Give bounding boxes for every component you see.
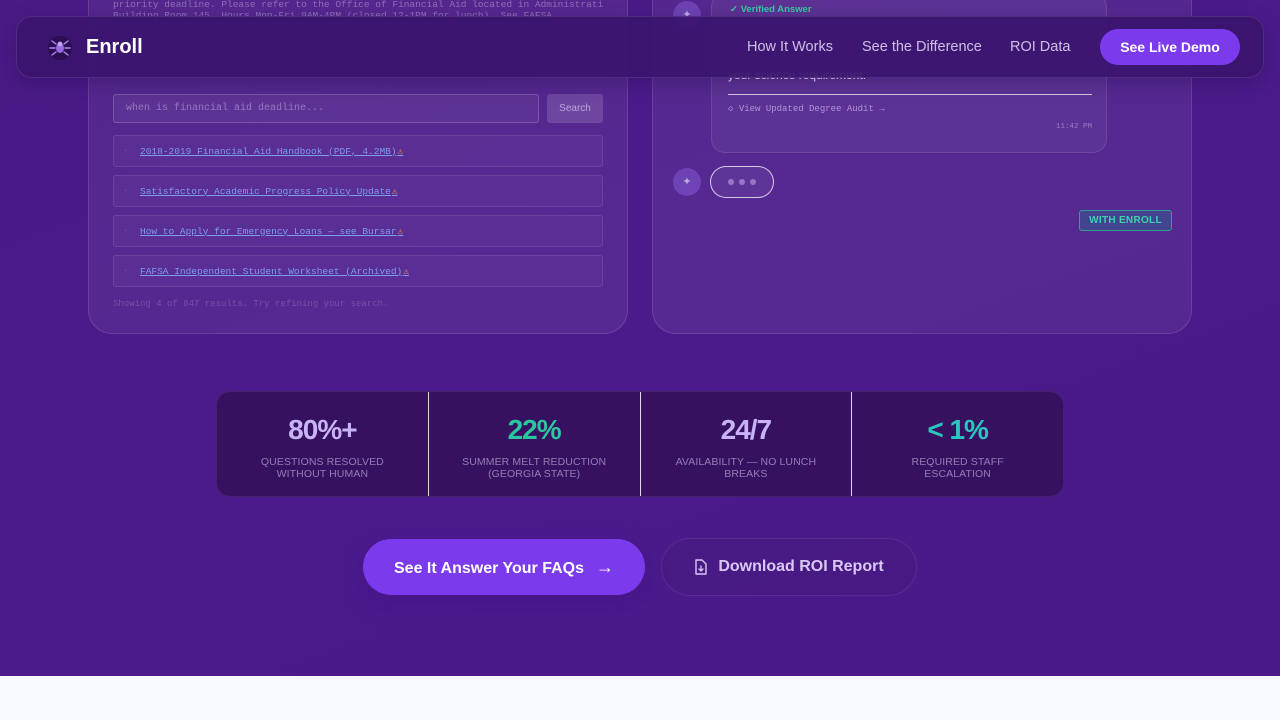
- old-result-link[interactable]: 2018-2019 Financial Aid Handbook (PDF, 4…: [140, 146, 397, 157]
- typing-indicator: [710, 166, 774, 198]
- stat-staff-escalation: < 1% REQUIRED STAFF ESCALATION: [851, 392, 1063, 496]
- old-search-button[interactable]: Search: [547, 94, 603, 123]
- old-result-item[interactable]: · How to Apply for Emergency Loans — see…: [113, 215, 603, 247]
- degree-audit-link[interactable]: ◇ View Updated Degree Audit →: [728, 104, 885, 114]
- old-results-footnote: Showing 4 of 847 results. Try refining y…: [113, 299, 389, 309]
- typing-dot: [750, 179, 756, 185]
- old-result-item[interactable]: · Satisfactory Academic Progress Policy …: [113, 175, 603, 207]
- old-result-item[interactable]: · FAFSA Independent Student Worksheet (A…: [113, 255, 603, 287]
- stat-questions-resolved: 80%+ QUESTIONS RESOLVED WITHOUT HUMAN: [217, 392, 428, 496]
- bullet-icon: ·: [123, 146, 129, 156]
- old-result-link[interactable]: FAFSA Independent Student Worksheet (Arc…: [140, 266, 402, 277]
- brand-name[interactable]: Enroll: [86, 36, 143, 59]
- warning-icon: ⚠: [391, 185, 398, 197]
- warning-icon: ⚠: [397, 225, 404, 237]
- top-nav: Enroll How It Works See the Difference R…: [16, 16, 1264, 78]
- stat-value: < 1%: [927, 414, 989, 445]
- nav-link-roi-data[interactable]: ROI Data: [1010, 39, 1070, 55]
- see-faqs-button[interactable]: See It Answer Your FAQs →: [363, 539, 645, 595]
- stat-value: 24/7: [720, 414, 772, 445]
- stats-bar: 80%+ QUESTIONS RESOLVED WITHOUT HUMAN 22…: [216, 391, 1064, 497]
- typing-dot: [739, 179, 745, 185]
- spider-icon[interactable]: [47, 35, 73, 61]
- bullet-icon: ·: [123, 226, 129, 236]
- hero-section: priority deadline. Please refer to the O…: [0, 0, 1280, 676]
- warning-icon: ⚠: [397, 145, 404, 157]
- nav-link-see-the-difference[interactable]: See the Difference: [862, 39, 982, 55]
- bullet-icon: ·: [123, 266, 129, 276]
- stat-label: SUMMER MELT REDUCTION (GEORGIA STATE): [462, 456, 607, 480]
- with-enroll-badge: WITH ENROLL: [1079, 210, 1172, 231]
- arrow-right-icon: →: [595, 556, 614, 577]
- stat-value: 22%: [507, 414, 562, 445]
- old-result-item[interactable]: · 2018-2019 Financial Aid Handbook (PDF,…: [113, 135, 603, 167]
- warning-icon: ⚠: [403, 265, 409, 277]
- document-download-icon: [695, 559, 708, 575]
- download-roi-label: Download ROI Report: [718, 558, 884, 575]
- chat-timestamp: 11:42 PM: [1055, 123, 1092, 131]
- old-search-input[interactable]: when is financial aid deadline...: [113, 94, 539, 123]
- bullet-icon: ·: [123, 186, 129, 196]
- next-section: [0, 676, 1280, 720]
- old-results-list: · 2018-2019 Financial Aid Handbook (PDF,…: [113, 135, 603, 295]
- stat-label: QUESTIONS RESOLVED WITHOUT HUMAN: [260, 456, 384, 480]
- nav-link-how-it-works[interactable]: How It Works: [747, 39, 833, 55]
- old-result-link[interactable]: How to Apply for Emergency Loans — see B…: [140, 226, 397, 237]
- see-faqs-label: See It Answer Your FAQs: [394, 559, 584, 577]
- answer-divider: [728, 94, 1092, 95]
- old-portal-text-line: priority deadline. Please refer to the O…: [113, 0, 603, 10]
- download-roi-button[interactable]: Download ROI Report: [661, 538, 917, 596]
- stat-label: AVAILABILITY — NO LUNCH BREAKS: [675, 456, 817, 480]
- bot-avatar-icon: ✦: [673, 168, 701, 196]
- old-result-link[interactable]: Satisfactory Academic Progress Policy Up…: [140, 186, 391, 197]
- stat-label: REQUIRED STAFF ESCALATION: [911, 456, 1004, 480]
- see-live-demo-button[interactable]: See Live Demo: [1100, 29, 1240, 65]
- typing-dot: [728, 179, 734, 185]
- stat-value: 80%+: [288, 414, 357, 445]
- stat-summer-melt: 22% SUMMER MELT REDUCTION (GEORGIA STATE…: [427, 392, 640, 496]
- stat-availability: 24/7 AVAILABILITY — NO LUNCH BREAKS: [639, 392, 852, 496]
- verified-answer-label: ✓ Verified Answer: [730, 4, 812, 15]
